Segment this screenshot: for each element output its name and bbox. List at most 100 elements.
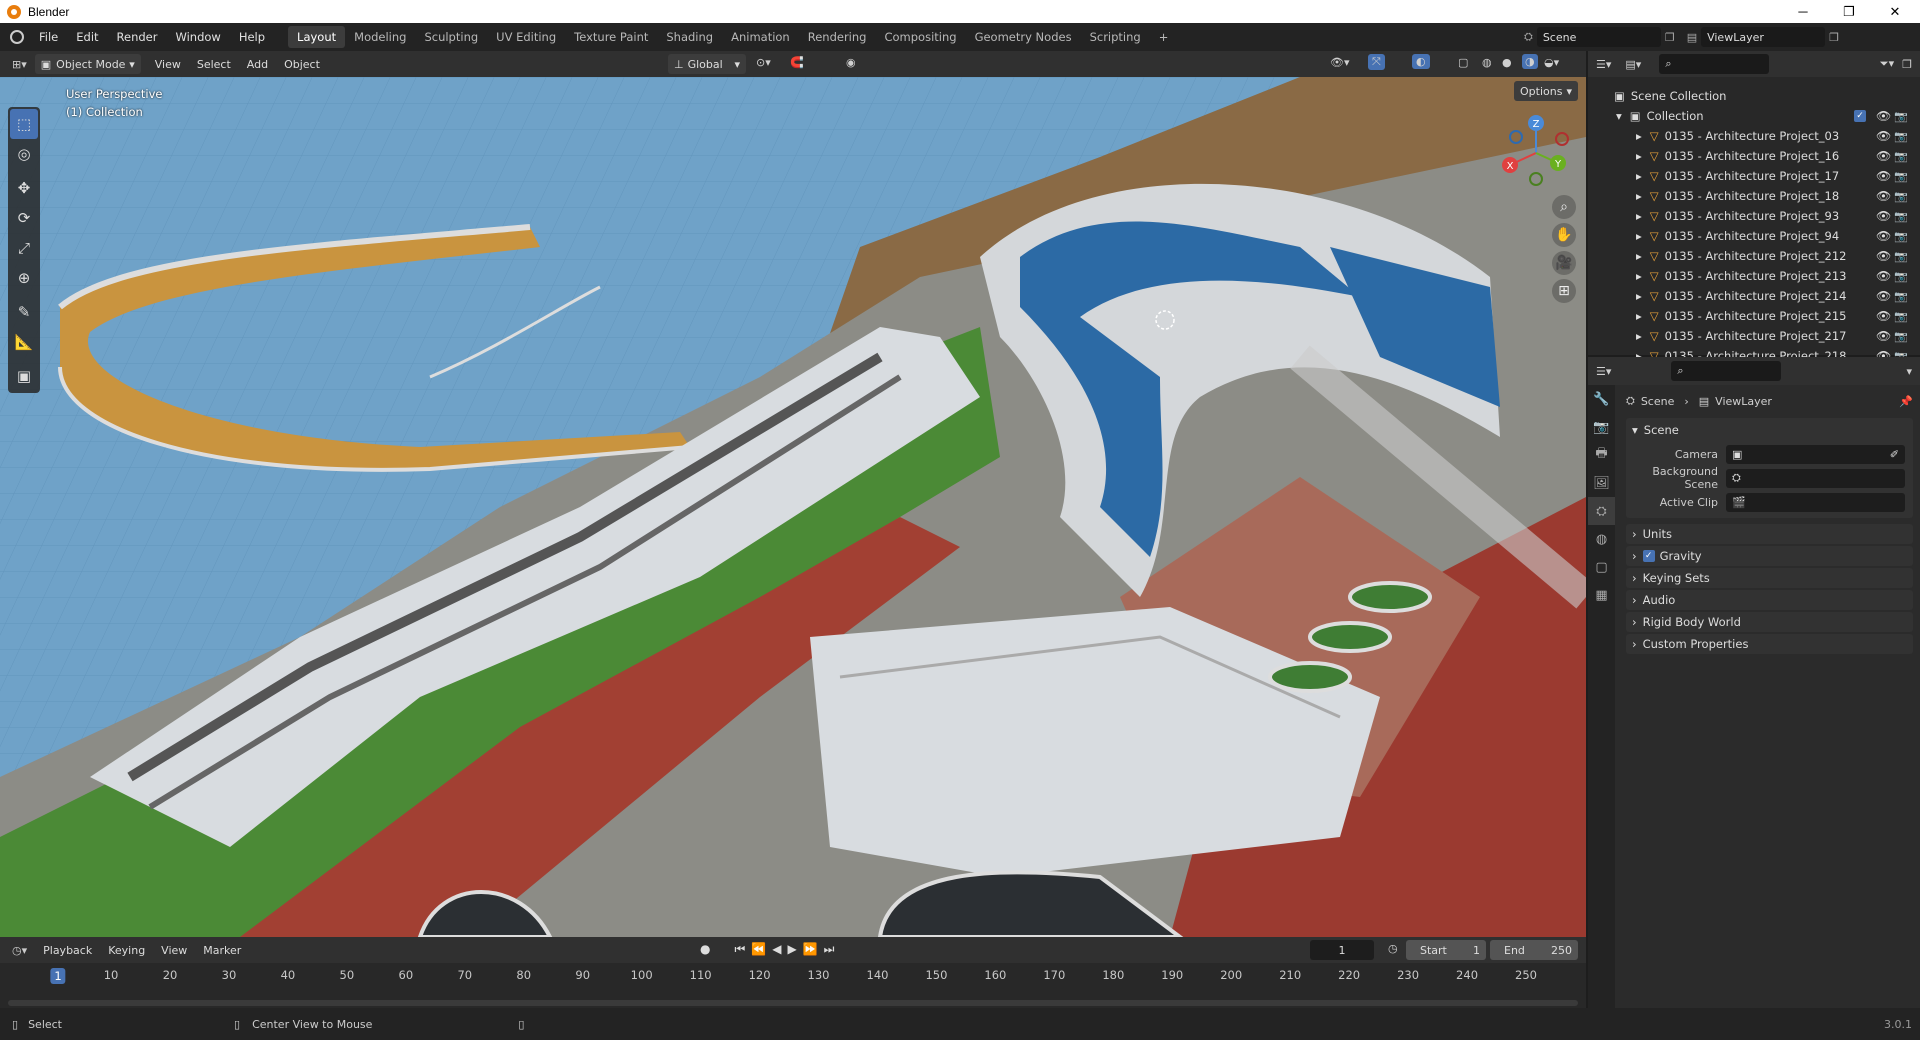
eye-icon[interactable]: 👁 [1876, 109, 1891, 123]
tab-animation[interactable]: Animation [722, 26, 799, 48]
new-scene-icon[interactable]: ❐ [1665, 31, 1675, 44]
camera-icon[interactable]: 📷 [1894, 150, 1908, 163]
menu-select[interactable]: Select [189, 58, 239, 71]
eye-icon[interactable]: 👁 [1876, 149, 1891, 163]
viewlayer-selector[interactable]: ViewLayer [1701, 27, 1826, 47]
eye-icon[interactable]: 👁 [1876, 169, 1891, 183]
view-layer-tab-icon[interactable]: 🖼 [1588, 469, 1615, 497]
blender-menu-icon[interactable] [10, 30, 24, 44]
timeline[interactable]: 1 10 20 30 40 50 60 70 80 90 100 110 120 130 140 150 160… [0, 963, 1586, 1008]
camera-icon[interactable]: 📷 [1894, 110, 1908, 123]
record-icon[interactable]: ● [700, 942, 710, 957]
eye-icon[interactable]: 👁 [1876, 269, 1891, 283]
chevron-right-icon[interactable]: ▸ [1636, 209, 1642, 223]
end-frame-field[interactable]: End 250 [1490, 940, 1578, 960]
camera-view-icon[interactable]: 🎥 [1552, 251, 1576, 275]
chevron-right-icon[interactable]: ▸ [1636, 189, 1642, 203]
gizmo-toggle-icon[interactable]: ⤧ [1368, 54, 1385, 70]
filter-icon[interactable]: ⏷▾ [1880, 57, 1894, 71]
camera-field[interactable]: ▣ ✐ [1726, 444, 1905, 464]
add-cube-icon[interactable]: ▣ [10, 361, 38, 391]
eye-icon[interactable]: 👁 [1876, 189, 1891, 203]
tab-uv-editing[interactable]: UV Editing [487, 26, 565, 48]
chevron-right-icon[interactable]: ▸ [1636, 169, 1642, 183]
subpanel-units[interactable]: › Units [1626, 524, 1913, 544]
proportional-edit-icon[interactable]: ◉ [846, 56, 856, 69]
next-keyframe-icon[interactable]: ⏩ [803, 942, 818, 957]
outliner-object-row[interactable]: ▸ ▽ 0135 - Architecture Project_94 👁 📷 [1588, 226, 1920, 246]
shading-rendered-icon[interactable]: ◒▾ [1544, 56, 1559, 69]
gizmo-neg-x[interactable] [1555, 132, 1569, 146]
outliner-object-row[interactable]: ▸ ▽ 0135 - Architecture Project_18 👁 📷 [1588, 186, 1920, 206]
tab-scripting[interactable]: Scripting [1081, 26, 1150, 48]
outliner-object-row[interactable]: ▸ ▽ 0135 - Architecture Project_213 👁 📷 [1588, 266, 1920, 286]
background-scene-field[interactable]: ⛭ [1726, 468, 1905, 488]
tab-modeling[interactable]: Modeling [345, 26, 415, 48]
subpanel-rigid-body-world[interactable]: › Rigid Body World [1626, 612, 1913, 632]
tab-layout[interactable]: Layout [288, 26, 346, 48]
mode-dropdown[interactable]: ▣ Object Mode ▾ [34, 54, 141, 74]
subpanel-custom-properties[interactable]: › Custom Properties [1626, 634, 1913, 654]
tab-geometry-nodes[interactable]: Geometry Nodes [966, 26, 1081, 48]
outliner-object-row[interactable]: ▸ ▽ 0135 - Architecture Project_03 👁 📷 [1588, 126, 1920, 146]
shading-solid-icon[interactable]: ● [1502, 56, 1512, 69]
outliner-object-row[interactable]: ▸ ▽ 0135 - Architecture Project_214 👁 📷 [1588, 286, 1920, 306]
3d-viewport[interactable]: ⬚ ◎ ✥ ⟳ ⤢ ⊕ ✎ 📐 ▣ User Perspective (1) C… [0, 77, 1586, 937]
scene-panel-header[interactable]: ▾ Scene [1626, 418, 1913, 442]
menu-render[interactable]: Render [108, 30, 167, 44]
eye-icon[interactable]: 👁 [1876, 329, 1891, 343]
menu-edit[interactable]: Edit [67, 30, 107, 44]
outliner-object-row[interactable]: ▸ ▽ 0135 - Architecture Project_93 👁 📷 [1588, 206, 1920, 226]
tab-texture-paint[interactable]: Texture Paint [565, 26, 657, 48]
pin-icon[interactable]: 📌 [1899, 395, 1913, 408]
tab-sculpting[interactable]: Sculpting [415, 26, 487, 48]
scene-tab-icon[interactable]: ⛭ [1588, 497, 1615, 525]
shading-material-icon[interactable]: ◑ [1522, 54, 1538, 69]
snap-icon[interactable]: 🧲 [790, 56, 804, 69]
play-reverse-icon[interactable]: ◀ [772, 942, 781, 957]
current-frame-field[interactable]: 1 [1310, 940, 1374, 960]
new-viewlayer-icon[interactable]: ❐ [1829, 31, 1839, 44]
display-mode-icon[interactable]: ▤▾ [1625, 58, 1641, 71]
camera-icon[interactable]: 📷 [1894, 170, 1908, 183]
timeline-scrollbar[interactable] [8, 1000, 1578, 1006]
tab-rendering[interactable]: Rendering [799, 26, 876, 48]
play-icon[interactable]: ▶ [787, 942, 796, 957]
subpanel-keying-sets[interactable]: › Keying Sets [1626, 568, 1913, 588]
outliner-object-row[interactable]: ▸ ▽ 0135 - Architecture Project_16 👁 📷 [1588, 146, 1920, 166]
outliner-object-row[interactable]: ▸ ▽ 0135 - Architecture Project_217 👁 📷 [1588, 326, 1920, 346]
eye-icon[interactable]: 👁 [1876, 209, 1891, 223]
outliner-object-row[interactable]: ▸ ▽ 0135 - Architecture Project_215 👁 📷 [1588, 306, 1920, 326]
chevron-down-icon[interactable]: ▾ [1616, 109, 1622, 123]
chevron-right-icon[interactable]: ▸ [1636, 249, 1642, 263]
pan-hand-icon[interactable]: ✋ [1552, 223, 1576, 247]
gravity-checkbox[interactable]: ✓ [1642, 550, 1655, 562]
properties-search[interactable]: ⌕ [1671, 361, 1782, 381]
chevron-right-icon[interactable]: ▸ [1636, 309, 1642, 323]
close-button[interactable]: ✕ [1872, 0, 1918, 23]
new-collection-icon[interactable]: ❐ [1902, 58, 1912, 71]
measure-icon[interactable]: 📐 [10, 327, 38, 357]
eye-icon[interactable]: 👁 [1876, 129, 1891, 143]
menu-view[interactable]: View [147, 58, 189, 71]
outliner-object-row[interactable]: ▸ ▽ 0135 - Architecture Project_17 👁 📷 [1588, 166, 1920, 186]
eye-icon[interactable]: 👁 [1876, 289, 1891, 303]
exclude-checkbox[interactable]: ✓ [1854, 110, 1866, 122]
shading-wireframe-icon[interactable]: ◍ [1482, 56, 1492, 69]
world-tab-icon[interactable]: ◍ [1588, 525, 1615, 553]
eyedropper-icon[interactable]: ✐ [1890, 448, 1899, 461]
move-icon[interactable]: ✥ [10, 173, 38, 203]
chevron-right-icon[interactable]: ▸ [1636, 129, 1642, 143]
tool-tab-icon[interactable]: 🔧 [1588, 385, 1615, 413]
camera-icon[interactable]: 📷 [1894, 210, 1908, 223]
menu-playback[interactable]: Playback [35, 944, 100, 957]
overlay-toggle-icon[interactable]: ◐ [1412, 54, 1430, 69]
subpanel-audio[interactable]: › Audio [1626, 590, 1913, 610]
chevron-right-icon[interactable]: ▸ [1636, 229, 1642, 243]
eye-icon[interactable]: 👁 [1876, 229, 1891, 243]
camera-icon[interactable]: 📷 [1894, 290, 1908, 303]
add-workspace-button[interactable]: + [1150, 26, 1178, 48]
ortho-grid-icon[interactable]: ⊞ [1552, 279, 1576, 303]
rotate-icon[interactable]: ⟳ [10, 203, 38, 233]
outliner-collection[interactable]: ▾ ▣ Collection ✓ 👁 📷 [1588, 106, 1920, 126]
